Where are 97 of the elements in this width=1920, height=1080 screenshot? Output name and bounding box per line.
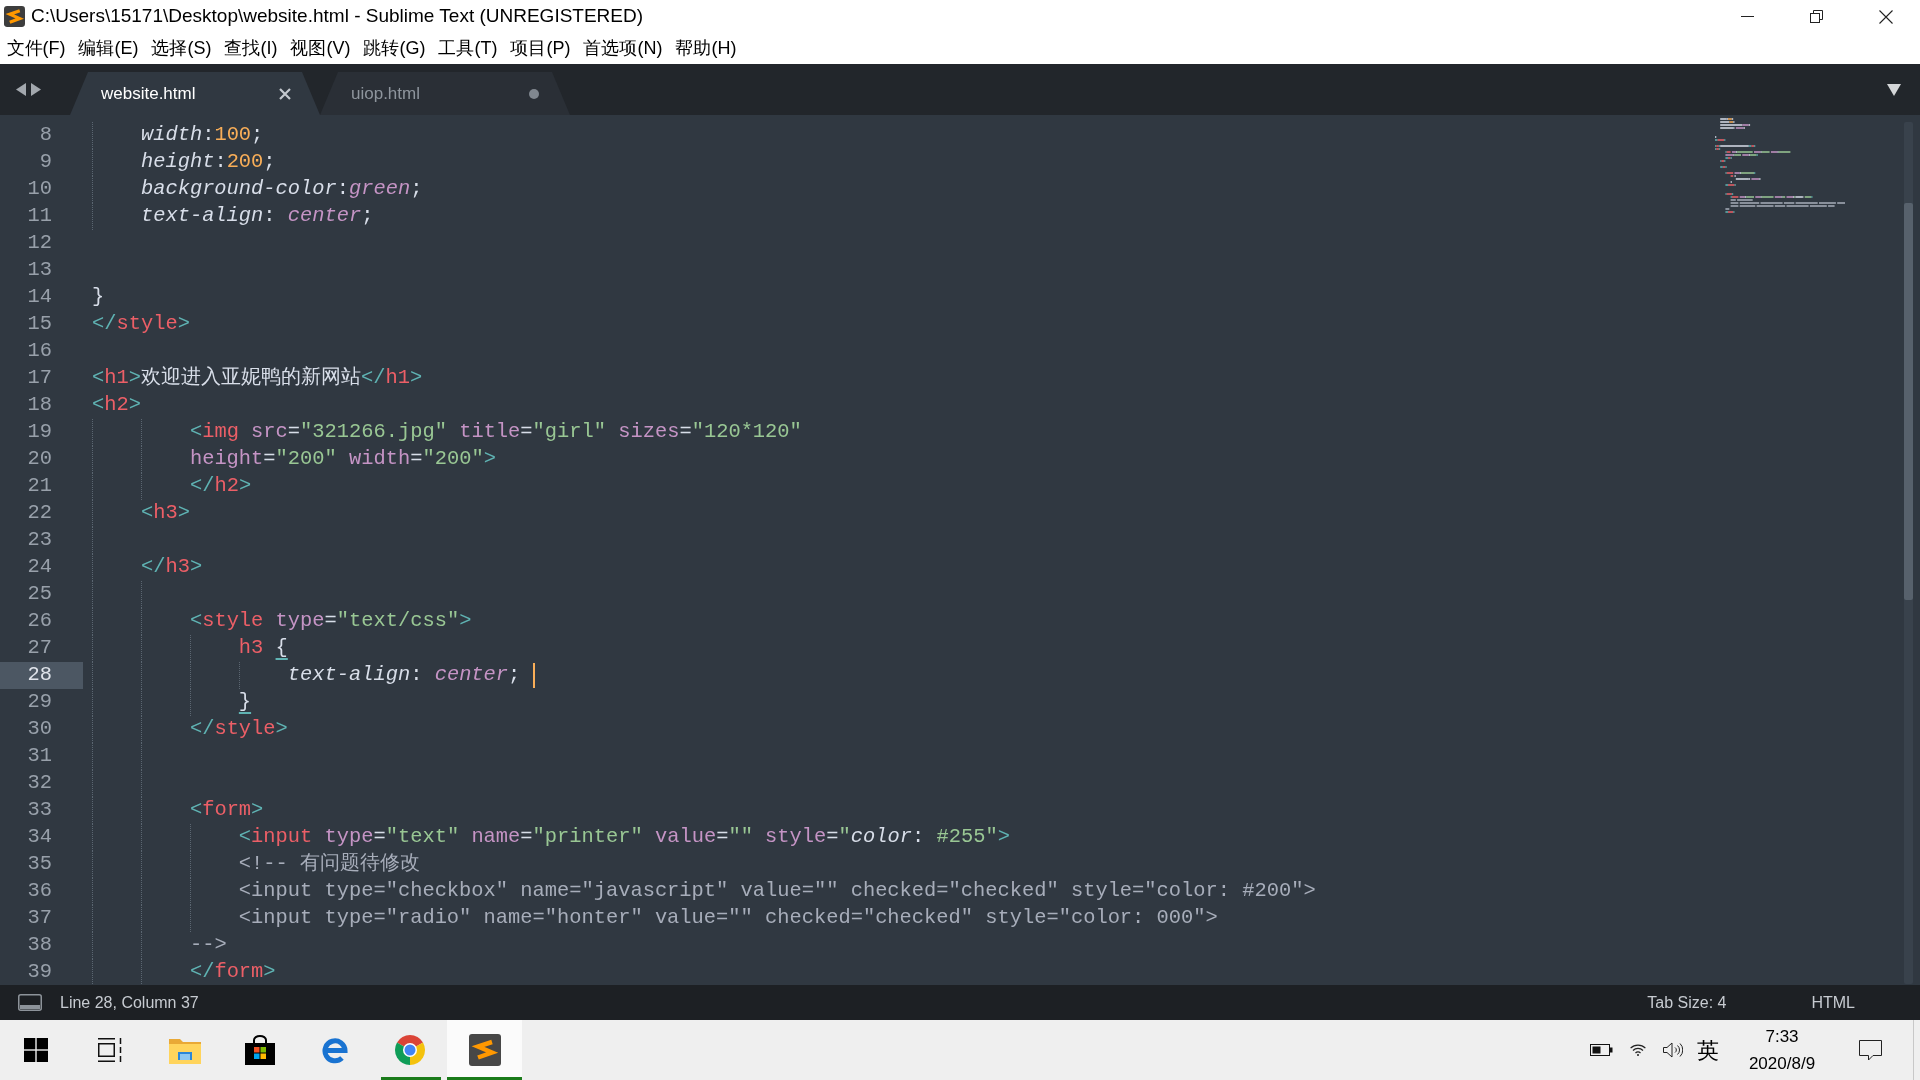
caret-right-icon[interactable] bbox=[31, 83, 41, 96]
e-logo-icon[interactable] bbox=[320, 1036, 349, 1064]
line-number: 23 bbox=[27, 527, 52, 554]
tab[interactable]: website.html bbox=[70, 72, 320, 115]
menu-item[interactable]: 编辑(E) bbox=[72, 33, 145, 64]
line-number: 31 bbox=[27, 743, 52, 770]
code-line: <!-- 有问题待修改 bbox=[238, 851, 421, 878]
code-line: </h3> bbox=[140, 554, 203, 581]
code-line: height="200" width="200"> bbox=[189, 446, 496, 473]
code-line: text-align: center; bbox=[287, 662, 522, 689]
line-number: 28 bbox=[27, 662, 52, 689]
speaker-icon[interactable] bbox=[1663, 1042, 1683, 1058]
code-line: <h1>欢迎进入亚妮鸭的新网站</h1> bbox=[92, 365, 423, 392]
menu-item[interactable]: 工具(T) bbox=[432, 33, 504, 64]
line-number: 39 bbox=[27, 959, 52, 985]
code-line: <input type="checkbox" name="javascript" value="" checked="checked" style="color: #200"> bbox=[238, 878, 1316, 905]
line-number: 18 bbox=[27, 392, 52, 419]
caret-left-icon[interactable] bbox=[16, 83, 26, 96]
line-number: 27 bbox=[27, 635, 52, 662]
line-number: 17 bbox=[27, 365, 52, 392]
line-number: 19 bbox=[27, 419, 52, 446]
line-number: 26 bbox=[27, 608, 52, 635]
code-line: <h3> bbox=[140, 500, 190, 527]
speech-bubble-icon[interactable] bbox=[1859, 1039, 1882, 1061]
round-logo-icon[interactable] bbox=[394, 1035, 425, 1065]
menu-item[interactable]: 文件(F) bbox=[0, 33, 72, 64]
menu-item[interactable]: 跳转(G) bbox=[357, 33, 432, 64]
code-line: </style> bbox=[92, 311, 190, 338]
code-line: <h2> bbox=[92, 392, 141, 419]
menu-item[interactable]: 帮助(H) bbox=[668, 33, 743, 64]
line-number: 24 bbox=[27, 554, 52, 581]
line-number: 34 bbox=[27, 824, 52, 851]
line-number: 13 bbox=[27, 257, 52, 284]
menu-item[interactable]: 选择(S) bbox=[145, 33, 218, 64]
line-number: 21 bbox=[27, 473, 52, 500]
code-line: } bbox=[92, 284, 105, 311]
battery-icon[interactable] bbox=[1590, 1044, 1613, 1056]
syntax-button[interactable]: HTML bbox=[1811, 990, 1855, 1015]
folder-icon[interactable] bbox=[168, 1036, 201, 1064]
close-icon[interactable] bbox=[1878, 9, 1893, 24]
line-number: 36 bbox=[27, 878, 52, 905]
code-line: } bbox=[238, 689, 252, 716]
menu-item[interactable]: 首选项(N) bbox=[576, 33, 669, 64]
line-number: 8 bbox=[39, 122, 52, 149]
line-number: 33 bbox=[27, 797, 52, 824]
line-number: 37 bbox=[27, 905, 52, 932]
dot-icon[interactable] bbox=[529, 88, 539, 99]
line-number: 16 bbox=[27, 338, 52, 365]
s-logo-icon[interactable] bbox=[468, 1034, 501, 1066]
scrollbar-thumb[interactable] bbox=[1904, 203, 1913, 600]
restore-icon[interactable] bbox=[1810, 10, 1823, 23]
line-number: 30 bbox=[27, 716, 52, 743]
stacked-windows-icon[interactable] bbox=[97, 1038, 122, 1062]
line-number: 14 bbox=[27, 284, 52, 311]
caret-down-icon[interactable] bbox=[1887, 83, 1901, 96]
menu-item[interactable]: 查找(I) bbox=[218, 33, 284, 64]
line-number: 35 bbox=[27, 851, 52, 878]
code-line: --> bbox=[189, 932, 227, 959]
line-number: 25 bbox=[27, 581, 52, 608]
code-line: <input type="radio" name="honter" value="" checked="checked" style="color: 000"> bbox=[238, 905, 1218, 932]
window-title: C:\Users\15171\Desktop\website.html - Sublime Text (UNREGISTERED) bbox=[31, 4, 644, 29]
code-line: width:100; bbox=[140, 122, 264, 149]
input-method-button[interactable]: 英 bbox=[1697, 1033, 1719, 1067]
cursor-position: Line 28, Column 37 bbox=[60, 992, 199, 1013]
tab[interactable]: uiop.html bbox=[320, 72, 570, 115]
line-number: 10 bbox=[27, 176, 52, 203]
line-number: 20 bbox=[27, 446, 52, 473]
line-number: 32 bbox=[27, 770, 52, 797]
line-number: 12 bbox=[27, 230, 52, 257]
menu-item[interactable]: 视图(V) bbox=[284, 33, 357, 64]
shopping-bag-icon[interactable] bbox=[244, 1035, 275, 1065]
code-line: </h2> bbox=[189, 473, 252, 500]
code-line: </form> bbox=[189, 959, 276, 985]
code-line: text-align: center; bbox=[140, 203, 374, 230]
line-number: 9 bbox=[39, 149, 52, 176]
code-line: <input type="text" name="printer" value="" style="color: #255"> bbox=[238, 824, 1010, 851]
line-number: 15 bbox=[27, 311, 52, 338]
line-number: 29 bbox=[27, 689, 52, 716]
code-line: <form> bbox=[189, 797, 264, 824]
code-line: <style type="text/css"> bbox=[189, 608, 472, 635]
code-line: h3 { bbox=[238, 635, 288, 662]
panel-icon[interactable] bbox=[18, 994, 42, 1011]
code-line: background-color:green; bbox=[140, 176, 423, 203]
clock-button[interactable]: 7:33 2020/8/9 bbox=[1740, 1023, 1824, 1077]
code-line: <img src="321266.jpg" title="girl" sizes="120*120" bbox=[189, 419, 802, 446]
menu-item[interactable]: 项目(P) bbox=[503, 33, 577, 64]
code-line: height:200; bbox=[140, 149, 276, 176]
line-number: 11 bbox=[27, 203, 52, 230]
wifi-icon[interactable] bbox=[1629, 1044, 1647, 1056]
minimap[interactable] bbox=[1715, 118, 1845, 213]
code-line: </style> bbox=[189, 716, 288, 743]
tab-size-button[interactable]: Tab Size: 4 bbox=[1647, 990, 1727, 1015]
app-logo-icon bbox=[4, 6, 25, 27]
line-number: 22 bbox=[27, 500, 52, 527]
four-squares-icon[interactable] bbox=[24, 1038, 48, 1062]
line-number: 38 bbox=[27, 932, 52, 959]
taskbar-button[interactable] bbox=[447, 1020, 522, 1080]
